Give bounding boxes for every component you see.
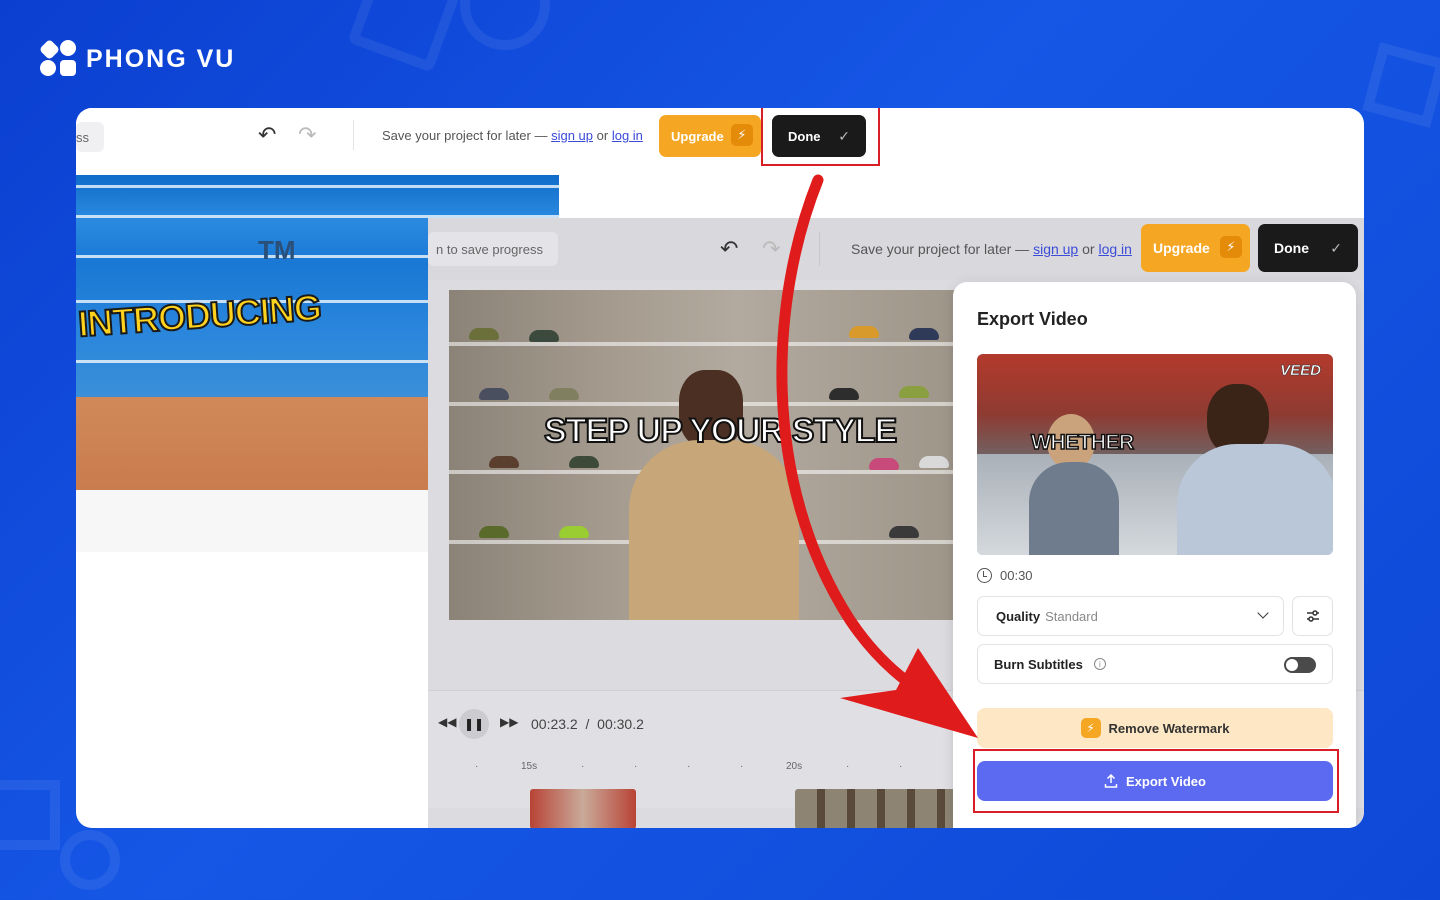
or-text: or [596, 128, 609, 143]
upgrade-label: Upgrade [1153, 240, 1210, 256]
veed-logo: VEED [1280, 362, 1321, 380]
timeline-clip[interactable] [530, 789, 636, 828]
ruler-label: 15s [521, 761, 538, 772]
toolbar-divider [819, 232, 820, 266]
back-editor-toolbar: ss ↶ ↷ Save your project for later — sig… [76, 108, 872, 164]
quality-select[interactable]: Quality Standard [977, 596, 1284, 636]
playback-timecode: 00:23.2 / 00:30.2 [531, 716, 644, 732]
brand-logo-icon [38, 38, 78, 78]
export-thumbnail: VEED WHETHER [977, 354, 1333, 555]
log-in-link[interactable]: log in [612, 128, 643, 143]
background-decoration [1362, 42, 1440, 128]
quality-label: Quality [996, 608, 1041, 624]
time-separator: / [585, 716, 590, 732]
clock-icon [977, 568, 992, 583]
save-project-text: Save your project for later — sign up or… [851, 241, 1132, 257]
thumbnail-caption: WHETHER [1030, 430, 1135, 455]
burn-subtitles-toggle[interactable] [1284, 657, 1316, 673]
remove-watermark-button[interactable]: ⚡ Remove Watermark [977, 708, 1333, 748]
sliders-icon [1306, 610, 1319, 622]
done-button[interactable]: Done ✓ [1258, 224, 1358, 272]
redo-icon[interactable]: ↷ [298, 122, 316, 148]
video-trademark-text: TM [258, 235, 296, 265]
pause-button[interactable]: ❚❚ [459, 709, 489, 739]
background-decoration [460, 0, 550, 50]
main-video-preview: STEP UP YOUR STYLE [449, 290, 973, 620]
fast-forward-icon[interactable]: ▶▶ [500, 715, 518, 729]
export-video-panel: Export Video VEED WHETHER 00:30 Quality … [953, 282, 1356, 828]
save-project-text: Save your project for later — sign up or… [382, 128, 643, 143]
panel-title: Export Video [977, 309, 1088, 329]
total-time: 00:30.2 [597, 716, 644, 732]
save-project-label: Save your project for later — [851, 241, 1030, 257]
thumbnail-subject [1177, 364, 1333, 555]
sign-up-link[interactable]: sign up [1033, 241, 1078, 257]
brand-name: PHONG VU [86, 44, 236, 73]
save-progress-pill[interactable]: n to save progress [428, 232, 558, 266]
video-duration: 00:30 [977, 568, 1033, 583]
upgrade-button[interactable]: Upgrade ⚡ [1141, 224, 1250, 272]
burn-subtitles-label: Burn Subtitles [994, 656, 1083, 672]
info-icon[interactable]: i [1093, 658, 1106, 670]
export-highlight-box [973, 749, 1339, 813]
redo-icon[interactable]: ↷ [762, 236, 780, 262]
remove-watermark-label: Remove Watermark [1108, 720, 1230, 736]
lightning-icon: ⚡ [1220, 236, 1242, 258]
brand-logo: PHONG VU [38, 38, 236, 78]
undo-icon[interactable]: ↶ [258, 122, 276, 148]
current-time: 00:23.2 [531, 716, 578, 732]
background-decoration [347, 0, 463, 73]
log-in-link[interactable]: log in [1098, 241, 1131, 257]
video-caption-text: STEP UP YOUR STYLE [543, 411, 898, 451]
chevron-down-icon [1257, 607, 1269, 619]
toolbar-divider [353, 120, 354, 150]
lightning-icon: ⚡ [731, 124, 753, 146]
rewind-icon[interactable]: ◀◀ [438, 715, 456, 729]
screenshot-card: ss ↶ ↷ Save your project for later — sig… [76, 108, 1364, 828]
background-decoration [0, 780, 60, 850]
ruler-label: 20s [786, 761, 803, 772]
done-label: Done [1274, 240, 1309, 256]
video-subject [629, 370, 799, 620]
or-text: or [1082, 241, 1095, 257]
video-caption-text: INTRODUCING [76, 286, 323, 346]
export-settings-button[interactable] [1292, 596, 1333, 636]
background-decoration [60, 830, 120, 890]
undo-icon[interactable]: ↶ [720, 236, 738, 262]
duration-value: 00:30 [1000, 568, 1033, 583]
front-editor-toolbar: n to save progress ↶ ↷ Save your project… [428, 218, 1364, 280]
back-editor-canvas [76, 490, 428, 552]
upgrade-button[interactable]: Upgrade ⚡ [659, 115, 761, 157]
save-progress-pill[interactable]: ss [76, 122, 104, 152]
quality-value: Standard [1045, 608, 1098, 624]
lightning-icon: ⚡ [1080, 718, 1101, 738]
burn-subtitles-row: Burn Subtitles i [977, 644, 1333, 684]
upgrade-label: Upgrade [671, 128, 724, 144]
done-highlight-box [761, 108, 880, 166]
timeline-clip[interactable] [795, 789, 955, 828]
save-project-label: Save your project for later — [382, 128, 548, 143]
sign-up-link[interactable]: sign up [551, 128, 593, 143]
check-icon: ✓ [1330, 239, 1342, 256]
